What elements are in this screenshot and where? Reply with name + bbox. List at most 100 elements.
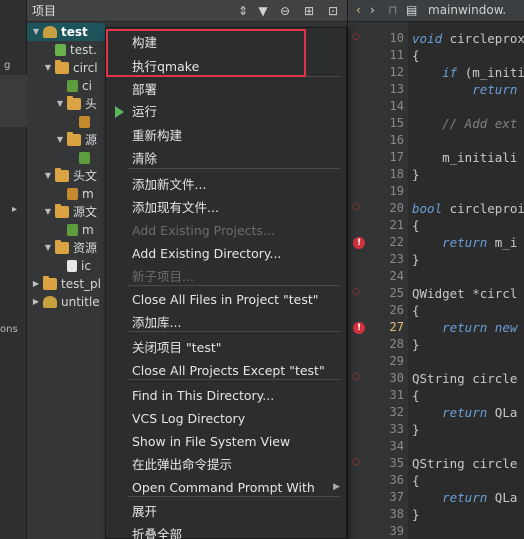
error-icon[interactable]: ! xyxy=(353,322,365,334)
line-number: 18 xyxy=(389,167,404,181)
line-number: 21 xyxy=(389,218,404,232)
line-number: 39 xyxy=(389,524,404,538)
sort-icon[interactable]: ⇕ xyxy=(235,3,251,19)
tree-item[interactable]: ▶ test_pl xyxy=(27,275,105,293)
fold-marker-icon[interactable]: ○ xyxy=(352,32,360,42)
fold-marker-icon[interactable]: ○ xyxy=(352,372,360,382)
lock-icon: ⊓ xyxy=(388,3,398,17)
mode-label-fragment[interactable]: ons xyxy=(0,324,27,335)
menu-item[interactable]: 构建 xyxy=(106,32,346,53)
code-line: void circleprox xyxy=(412,31,524,46)
tree-item[interactable]: ▼ 头文 xyxy=(27,167,105,185)
code-line: } xyxy=(412,422,420,437)
menu-item[interactable]: 执行qmake xyxy=(106,56,346,77)
menu-item[interactable]: 折叠全部 xyxy=(106,524,346,539)
fold-marker-icon[interactable]: ○ xyxy=(352,287,360,297)
menu-item[interactable]: 添加库... xyxy=(106,312,346,333)
pro-icon xyxy=(55,44,66,56)
chevron-right-icon[interactable]: ▶ xyxy=(31,293,41,311)
chevron-down-icon[interactable]: ▼ xyxy=(43,239,53,257)
chevron-down-icon[interactable]: ▼ xyxy=(43,167,53,185)
tree-item[interactable]: ▼ circl xyxy=(27,59,105,77)
menu-item[interactable]: Open Command Prompt With ▶ xyxy=(106,477,346,498)
menu-item-label: 展开 xyxy=(132,504,158,519)
line-number: 12 xyxy=(389,65,404,79)
chevron-down-icon[interactable]: ▼ xyxy=(43,203,53,221)
chevron-right-icon[interactable]: ▶ xyxy=(31,275,41,293)
folder-icon xyxy=(67,132,81,146)
menu-item[interactable]: 重新构建 xyxy=(106,125,346,146)
menu-item-label: 添加库... xyxy=(132,315,182,330)
tree-item[interactable]: m xyxy=(27,221,105,239)
menu-item[interactable]: Show in File System View xyxy=(106,431,346,452)
line-number: 13 xyxy=(389,82,404,96)
tree-item[interactable]: m xyxy=(27,185,105,203)
menu-item[interactable]: 关闭项目 "test" xyxy=(106,337,346,358)
line-number: 11 xyxy=(389,48,404,62)
menu-item[interactable]: VCS Log Directory xyxy=(106,408,346,429)
code-editor[interactable]: ‹ › ⊓ ▤ mainwindow. 10 ○ 11 12 13 14 15 16 17 18 1… xyxy=(347,0,524,539)
tree-item[interactable]: ci xyxy=(27,77,105,95)
error-icon[interactable]: ! xyxy=(353,237,365,249)
menu-item[interactable]: 清除 xyxy=(106,148,346,169)
chevron-down-icon[interactable]: ▼ xyxy=(31,23,41,41)
panel-title: 项目 xyxy=(32,4,57,18)
tree-item-label: 头 xyxy=(85,97,98,111)
tree-item-label: test_pl xyxy=(61,277,101,291)
tree-item[interactable]: ▼ 源 xyxy=(27,131,105,149)
code-line: { xyxy=(412,473,420,488)
menu-item[interactable]: 展开 xyxy=(106,501,346,522)
chevron-down-icon[interactable]: ▼ xyxy=(55,95,65,113)
code-line: } xyxy=(412,167,420,182)
cfile-icon xyxy=(79,152,90,164)
menu-item[interactable]: 部署 xyxy=(106,79,346,100)
split-icon[interactable]: ⊞ xyxy=(301,3,317,19)
close-panel-icon[interactable]: ⊡ xyxy=(325,3,341,19)
tree-item[interactable] xyxy=(27,149,105,167)
line-number: 32 xyxy=(389,405,404,419)
menu-item[interactable]: Add Existing Directory... xyxy=(106,243,346,264)
menu-item[interactable]: 在此弹出命令提示 xyxy=(106,454,346,475)
code-line: return m_i xyxy=(442,235,518,250)
filter-icon[interactable]: ▼ xyxy=(255,3,271,19)
menu-item: 新子项目... xyxy=(106,266,346,287)
code-line: } xyxy=(412,507,420,522)
menu-item-label: Show in File System View xyxy=(132,434,291,449)
code-line: } xyxy=(412,252,420,267)
menu-item-label: Close All Files in Project "test" xyxy=(132,292,319,307)
chevron-down-icon[interactable]: ▼ xyxy=(55,131,65,149)
tree-item-label: 头文 xyxy=(73,169,98,183)
submenu-arrow-icon: ▶ xyxy=(333,482,340,492)
fold-marker-icon[interactable]: ○ xyxy=(352,457,360,467)
tree-item[interactable]: ▼ test xyxy=(27,23,105,41)
editor-tab-title[interactable]: mainwindow. xyxy=(428,3,506,17)
tree-item-label: untitle xyxy=(61,295,100,309)
tree-item[interactable]: ▶ untitle xyxy=(27,293,105,311)
menu-item[interactable]: 添加新文件... xyxy=(106,174,346,195)
fold-marker-icon[interactable]: ○ xyxy=(352,202,360,212)
code-line: return QLa xyxy=(442,405,518,420)
line-number: 14 xyxy=(389,99,404,113)
forward-icon[interactable]: › xyxy=(370,3,375,17)
menu-item[interactable]: 添加现有文件... xyxy=(106,197,346,218)
menu-item-label: 新子项目... xyxy=(132,269,194,284)
tree-item[interactable]: ▼ 头 xyxy=(27,95,105,113)
folder-icon xyxy=(55,240,69,254)
menu-item[interactable]: 运行 xyxy=(106,101,346,122)
tree-item[interactable]: ic xyxy=(27,257,105,275)
line-number-gutter: 10 ○ 11 12 13 14 15 16 17 18 19 20 ○ 21 22! 23 24 25 ○ 26 27… xyxy=(348,22,408,539)
tree-item[interactable]: ▼ 源文 xyxy=(27,203,105,221)
chevron-down-icon[interactable]: ▼ xyxy=(43,59,53,77)
line-number: 37 xyxy=(389,490,404,504)
tree-item[interactable]: test. xyxy=(27,41,105,59)
menu-item[interactable]: Close All Files in Project "test" xyxy=(106,289,346,310)
menu-item[interactable]: Close All Projects Except "test" xyxy=(106,360,346,381)
tree-item[interactable] xyxy=(27,113,105,131)
menu-item[interactable]: Find in This Directory... xyxy=(106,385,346,406)
tree-item[interactable]: ▼ 资源 xyxy=(27,239,105,257)
menu-item-label: 添加现有文件... xyxy=(132,200,219,215)
link-icon[interactable]: ⊖ xyxy=(277,3,293,19)
line-number: 24 xyxy=(389,269,404,283)
menu-item-label: 运行 xyxy=(132,104,158,119)
back-icon[interactable]: ‹ xyxy=(356,3,361,17)
